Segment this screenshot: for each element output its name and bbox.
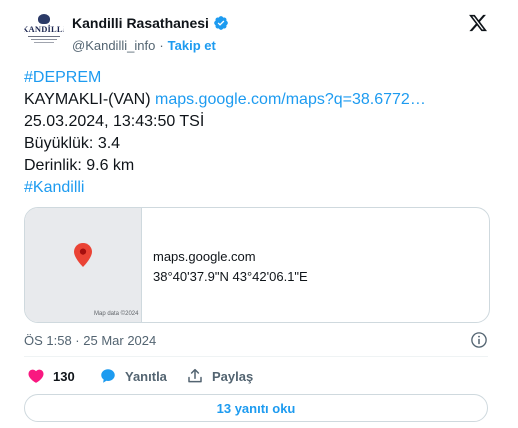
share-button[interactable]: Paylaş (186, 367, 253, 385)
share-icon (188, 368, 202, 383)
card-coordinates: 38°40'37.9"N 43°42'06.1"E (153, 269, 308, 284)
card-domain: maps.google.com (153, 249, 256, 264)
separator-dot: · (159, 38, 164, 53)
maps-link[interactable]: maps.google.com/maps?q=38.6772… (155, 91, 426, 108)
like-button[interactable]: 130 (27, 367, 75, 385)
logo-emblem-icon (38, 14, 50, 24)
map-credit: Map data ©2024 (94, 311, 139, 317)
verified-badge-icon (214, 16, 228, 30)
magnitude-text: Büyüklük: 3.4 (24, 135, 121, 152)
like-count: 130 (53, 368, 75, 384)
avatar-logo-text: KANDİLLİ (24, 24, 64, 34)
map-link-card[interactable]: Map data ©2024 maps.google.com 38°40'37.… (24, 207, 490, 323)
author-handle[interactable]: @Kandilli_info (72, 38, 155, 53)
reply-label: Yanıtla (125, 368, 167, 384)
tweet-embed: KANDİLLİ Kandilli Rasathanesi @Kandilli_… (0, 0, 518, 428)
share-label: Paylaş (212, 368, 254, 384)
author-handle-row: @Kandilli_info · Takip et (72, 38, 216, 53)
hashtag-kandilli[interactable]: #Kandilli (24, 179, 84, 196)
reply-bubble-icon (101, 369, 115, 383)
follow-button[interactable]: Takip et (168, 38, 216, 53)
avatar[interactable]: KANDİLLİ (24, 12, 64, 52)
datetime-text: 25.03.2024, 13:43:50 TSİ (24, 113, 205, 130)
read-replies-button[interactable]: 13 yanıtı oku (24, 394, 488, 422)
author-name[interactable]: Kandilli Rasathanesi (72, 15, 209, 31)
divider (24, 356, 488, 357)
location-text: KAYMAKLI-(VAN) (24, 91, 155, 108)
map-pin-icon (74, 243, 92, 267)
tweet-text: #DEPREM KAYMAKLI-(VAN) maps.google.com/m… (24, 67, 426, 199)
info-icon[interactable] (470, 331, 488, 349)
hashtag-deprem[interactable]: #DEPREM (24, 69, 101, 86)
map-thumbnail: Map data ©2024 (25, 208, 142, 322)
x-logo-icon[interactable] (468, 13, 488, 33)
reply-button[interactable]: Yanıtla (99, 367, 167, 385)
heart-icon (28, 369, 44, 383)
tweet-timestamp[interactable]: ÖS 1:58 · 25 Mar 2024 (24, 333, 156, 348)
author-name-row: Kandilli Rasathanesi (72, 15, 229, 31)
depth-text: Derinlik: 9.6 km (24, 157, 135, 174)
